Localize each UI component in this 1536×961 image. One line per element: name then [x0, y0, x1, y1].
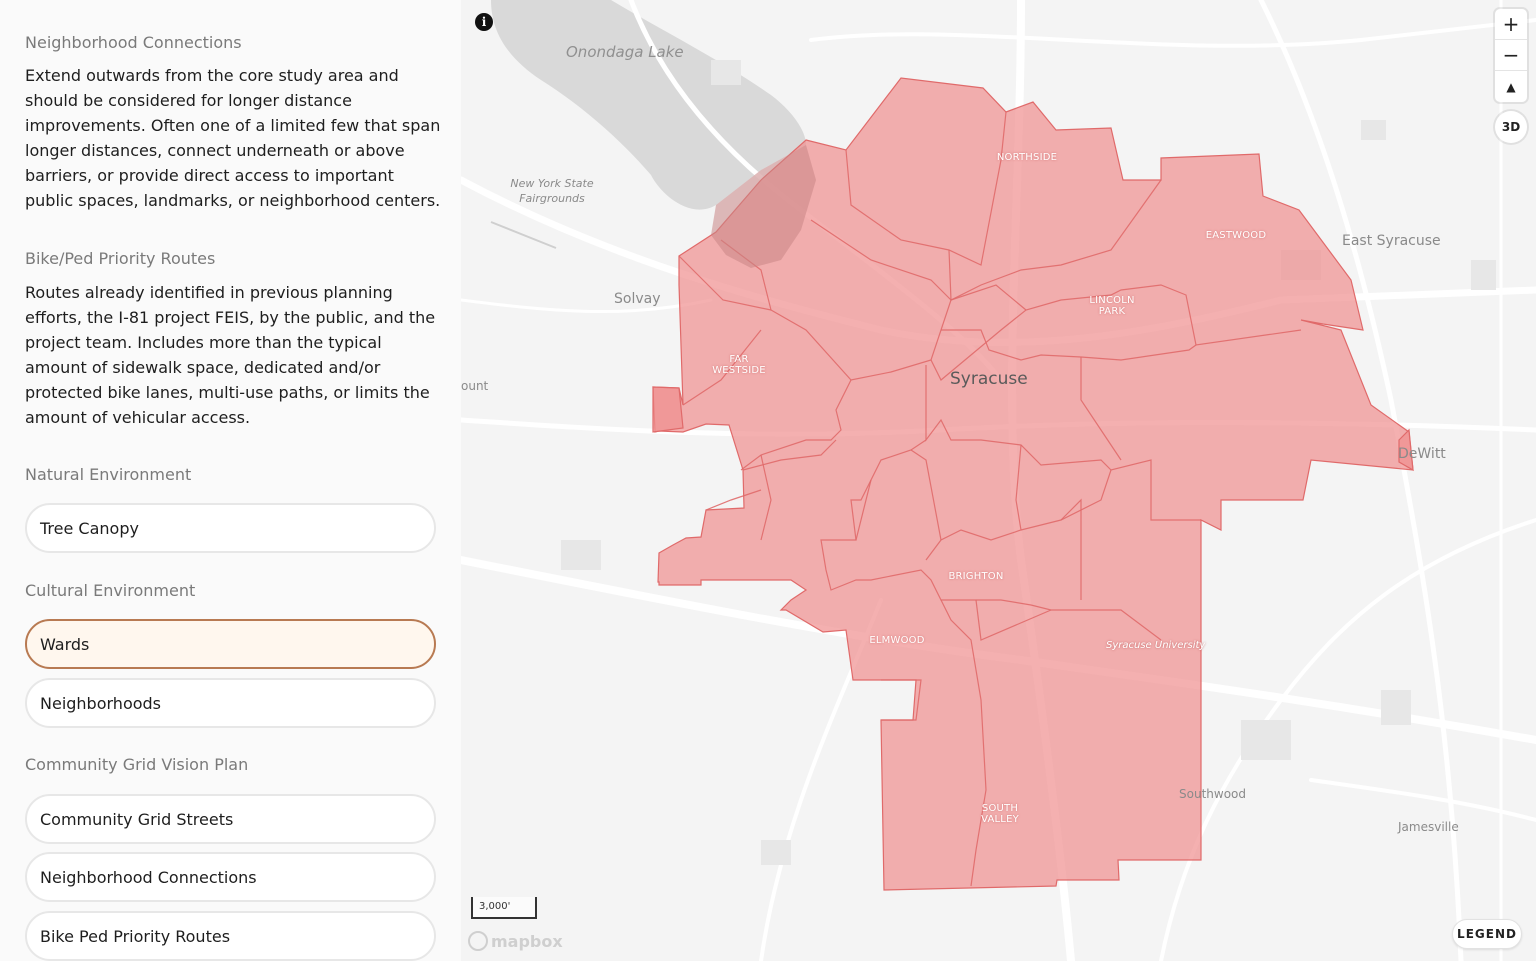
map-navigation-controls: + − ▲: [1495, 9, 1527, 102]
layer-button-label: Wards: [40, 634, 90, 654]
group-heading-cultural-environment: Cultural Environment: [25, 581, 196, 600]
label-syracuse-university: Syracuse University: [1106, 640, 1206, 651]
nb-label-lincoln-park: LINCOLN PARK: [1089, 295, 1135, 317]
layer-button-wards[interactable]: Wards: [25, 619, 436, 669]
nb-label-elmwood: ELMWOOD: [869, 635, 925, 646]
sidebar: Neighborhood Connections Extend outwards…: [0, 0, 461, 961]
map-scale-bar: 3,000': [471, 897, 537, 919]
section-heading-neighborhood-connections: Neighborhood Connections: [25, 33, 242, 52]
nb-label-eastwood: EASTWOOD: [1205, 230, 1267, 241]
zoom-in-button[interactable]: +: [1495, 9, 1527, 40]
label-east-syracuse: East Syracuse: [1342, 233, 1441, 249]
label-jamesville: Jamesville: [1398, 820, 1459, 834]
mapbox-logo[interactable]: mapbox: [468, 931, 563, 951]
map-canvas[interactable]: Onondaga Lake New York State Fairgrounds…: [461, 0, 1536, 961]
group-heading-natural-environment: Natural Environment: [25, 465, 192, 484]
label-onondaga-lake: Onondaga Lake: [566, 43, 684, 61]
group-heading-community-grid-vision-plan: Community Grid Vision Plan: [25, 755, 249, 774]
layer-button-bike-ped-priority-routes[interactable]: Bike Ped Priority Routes: [25, 911, 436, 961]
label-ount: ount: [461, 379, 489, 393]
legend-button[interactable]: LEGEND: [1452, 919, 1522, 949]
nb-label-south-valley: SOUTH VALLEY: [981, 803, 1019, 825]
mapbox-logo-text: mapbox: [491, 931, 563, 951]
label-fairgrounds: New York State Fairgrounds: [510, 177, 594, 205]
label-dewitt: DeWitt: [1398, 446, 1446, 462]
app: Neighborhood Connections Extend outwards…: [0, 0, 1536, 961]
label-syracuse: Syracuse: [950, 369, 1028, 389]
toggle-3d-button[interactable]: 3D: [1495, 111, 1527, 143]
section-heading-bike-ped-priority-routes: Bike/Ped Priority Routes: [25, 249, 216, 268]
layer-button-neighborhood-connections[interactable]: Neighborhood Connections: [25, 852, 436, 902]
layer-button-label: Community Grid Streets: [40, 809, 234, 829]
label-solvay: Solvay: [614, 291, 661, 307]
compass-icon[interactable]: ▲: [1495, 71, 1527, 102]
zoom-out-button[interactable]: −: [1495, 40, 1527, 71]
layer-button-label: Tree Canopy: [40, 518, 139, 538]
layer-button-label: Neighborhoods: [40, 693, 162, 713]
layer-button-label: Bike Ped Priority Routes: [40, 926, 231, 946]
section-description-neighborhood-connections: Extend outwards from the core study area…: [25, 66, 441, 210]
layer-button-label: Neighborhood Connections: [40, 867, 257, 887]
ward-polygon-west: [652, 386, 684, 433]
label-southwood: Southwood: [1179, 787, 1246, 801]
layer-button-tree-canopy[interactable]: Tree Canopy: [25, 503, 436, 553]
layer-button-community-grid-streets[interactable]: Community Grid Streets: [25, 794, 436, 844]
info-icon[interactable]: i: [475, 13, 493, 31]
section-description-bike-ped-priority-routes: Routes already identified in previous pl…: [25, 283, 436, 427]
layer-button-neighborhoods[interactable]: Neighborhoods: [25, 678, 436, 728]
nb-label-northside: NORTHSIDE: [996, 152, 1058, 163]
mapbox-logo-icon: [468, 931, 488, 951]
nb-label-brighton: BRIGHTON: [948, 571, 1004, 582]
nb-label-far-westside: FAR WESTSIDE: [712, 354, 766, 376]
